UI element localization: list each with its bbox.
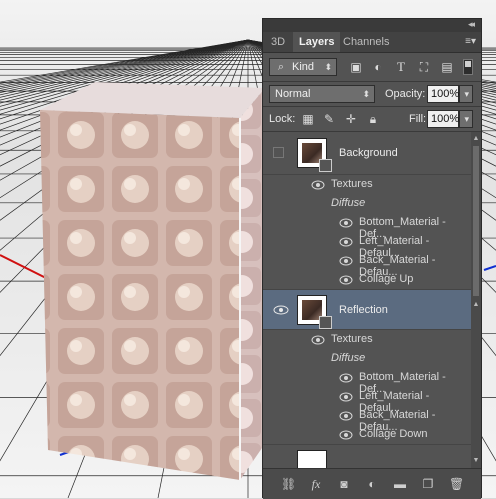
- 3d-cube: [40, 82, 265, 480]
- chevron-down-icon: ▾: [464, 89, 469, 99]
- eye-icon[interactable]: [339, 373, 353, 383]
- scroll-down-icon[interactable]: ▼: [471, 456, 481, 466]
- tab-layers[interactable]: Layers: [293, 32, 341, 52]
- search-icon: ⌕: [277, 61, 285, 73]
- layer-thumbnail: [297, 450, 327, 468]
- eye-icon[interactable]: [339, 237, 353, 247]
- chevron-updown-icon: ⬍: [324, 62, 332, 72]
- lock-move-icon[interactable]: ✛: [344, 112, 358, 126]
- tab-3d[interactable]: 3D: [265, 32, 291, 52]
- blend-mode-value: Normal: [275, 88, 311, 100]
- eye-icon[interactable]: [339, 275, 353, 285]
- layers-bottom-toolbar: ⛓ fx ◙ ◐ ▬ ❐ 🗑︎: [263, 468, 481, 499]
- texture-name: Collage Up: [359, 273, 414, 285]
- panel-tabs: 3D Layers Channels ≡▾: [263, 32, 481, 53]
- eye-icon[interactable]: [339, 256, 353, 266]
- diffuse-label: Diffuse: [331, 352, 366, 364]
- filter-toggle-icon[interactable]: [463, 59, 473, 75]
- fx-icon[interactable]: fx: [309, 477, 323, 491]
- texture-item[interactable]: Bottom_Material - Def...: [263, 368, 471, 395]
- layer-name[interactable]: Background: [339, 147, 398, 159]
- opacity-input[interactable]: 100%: [427, 85, 459, 103]
- scroll-up-icon[interactable]: ▲: [471, 134, 481, 144]
- diffuse-row: Diffuse: [263, 194, 471, 213]
- filter-kind-label: Kind: [292, 61, 315, 73]
- 3d-layer-badge-icon: [319, 159, 332, 172]
- lock-paint-icon[interactable]: ✎: [322, 112, 336, 126]
- pixel-filter-icon[interactable]: ▣: [349, 60, 363, 74]
- layers-panel: ◂◂ 3D Layers Channels ≡▾ ⌕ Kind ⬍ ▣ ◐ T …: [262, 18, 482, 499]
- eye-icon[interactable]: [273, 305, 289, 315]
- mask-icon[interactable]: ◙: [337, 477, 351, 491]
- fill-dropdown-button[interactable]: ▾: [459, 110, 473, 128]
- textures-label: Textures: [331, 178, 373, 190]
- diffuse-label: Diffuse: [331, 197, 366, 209]
- link-icon[interactable]: ⛓: [281, 477, 296, 491]
- layer-thumbnail: [297, 138, 332, 172]
- adjustment-filter-icon[interactable]: ◐: [371, 60, 385, 74]
- visibility-toggle[interactable]: [273, 147, 284, 158]
- adjustment-icon[interactable]: ◐: [365, 477, 379, 491]
- fill-value: 100%: [431, 113, 460, 125]
- eye-icon[interactable]: [311, 180, 325, 190]
- layers-scrollbar[interactable]: ▲ ▲ ▼: [471, 132, 481, 468]
- lock-all-icon[interactable]: 🔒︎: [366, 112, 380, 126]
- texture-item[interactable]: Collage Down: [263, 425, 471, 445]
- texture-item[interactable]: Left_Material - Defaul...: [263, 387, 471, 414]
- texture-item[interactable]: Bottom_Material - Def...: [263, 213, 471, 240]
- textures-row[interactable]: Textures: [263, 175, 471, 194]
- opacity-label: Opacity:: [385, 88, 426, 100]
- opacity-value: 100%: [431, 88, 460, 100]
- lock-row: Lock: ▦ ✎ ✛ 🔒︎ Fill: 100% ▾: [263, 107, 481, 131]
- blend-mode-select[interactable]: Normal ⬍: [269, 85, 375, 103]
- shape-filter-icon[interactable]: ⛶: [417, 60, 431, 74]
- eye-icon[interactable]: [339, 430, 353, 440]
- eye-icon[interactable]: [311, 335, 325, 345]
- lock-label: Lock:: [269, 113, 296, 125]
- layer-thumbnail: [297, 295, 332, 329]
- smart-object-filter-icon[interactable]: ▤: [440, 60, 454, 74]
- textures-row[interactable]: Textures: [263, 330, 471, 349]
- texture-name: Collage Down: [359, 428, 428, 440]
- eye-icon[interactable]: [339, 218, 353, 228]
- layer-row-partial[interactable]: [263, 445, 471, 468]
- texture-item[interactable]: Back_Material - Defau...: [263, 251, 471, 278]
- panel-title-strip: ◂◂: [263, 19, 481, 32]
- scroll-up-icon[interactable]: ▲: [471, 300, 481, 310]
- type-filter-icon[interactable]: T: [394, 60, 408, 74]
- layers-list: Background Textures Diffuse Bottom_Mater…: [263, 132, 471, 468]
- panel-menu-icon[interactable]: ≡▾: [465, 36, 476, 47]
- diffuse-row: Diffuse: [263, 349, 471, 368]
- chevron-down-icon: ▾: [464, 114, 469, 124]
- layer-name[interactable]: Reflection: [339, 304, 388, 316]
- tab-channels[interactable]: Channels: [337, 32, 395, 52]
- eye-icon[interactable]: [339, 392, 353, 402]
- opacity-dropdown-button[interactable]: ▾: [459, 85, 473, 103]
- folder-icon[interactable]: ▬: [393, 477, 407, 491]
- 3d-layer-badge-icon: [319, 316, 332, 329]
- blend-row: Normal ⬍ Opacity: 100% ▾: [263, 82, 481, 106]
- texture-item[interactable]: Collage Up: [263, 270, 471, 290]
- collapse-icon[interactable]: ◂◂: [468, 19, 475, 30]
- fill-input[interactable]: 100%: [427, 110, 459, 128]
- new-layer-icon[interactable]: ❐: [421, 477, 435, 491]
- eye-icon[interactable]: [339, 411, 353, 421]
- filter-row: ⌕ Kind ⬍ ▣ ◐ T ⛶ ▤: [263, 53, 481, 81]
- fill-label: Fill:: [409, 113, 427, 125]
- chevron-updown-icon: ⬍: [362, 89, 370, 99]
- texture-item[interactable]: Back_Material - Defau...: [263, 406, 471, 433]
- lock-transparent-icon[interactable]: ▦: [301, 112, 315, 126]
- textures-label: Textures: [331, 333, 373, 345]
- scroll-thumb[interactable]: [473, 146, 479, 296]
- trash-icon[interactable]: 🗑︎: [449, 477, 464, 491]
- layer-row-background[interactable]: Background: [263, 132, 471, 175]
- filter-kind-select[interactable]: ⌕ Kind ⬍: [269, 58, 337, 76]
- texture-item[interactable]: Left_Material - Defaul...: [263, 232, 471, 259]
- layer-row-reflection[interactable]: Reflection: [263, 290, 471, 330]
